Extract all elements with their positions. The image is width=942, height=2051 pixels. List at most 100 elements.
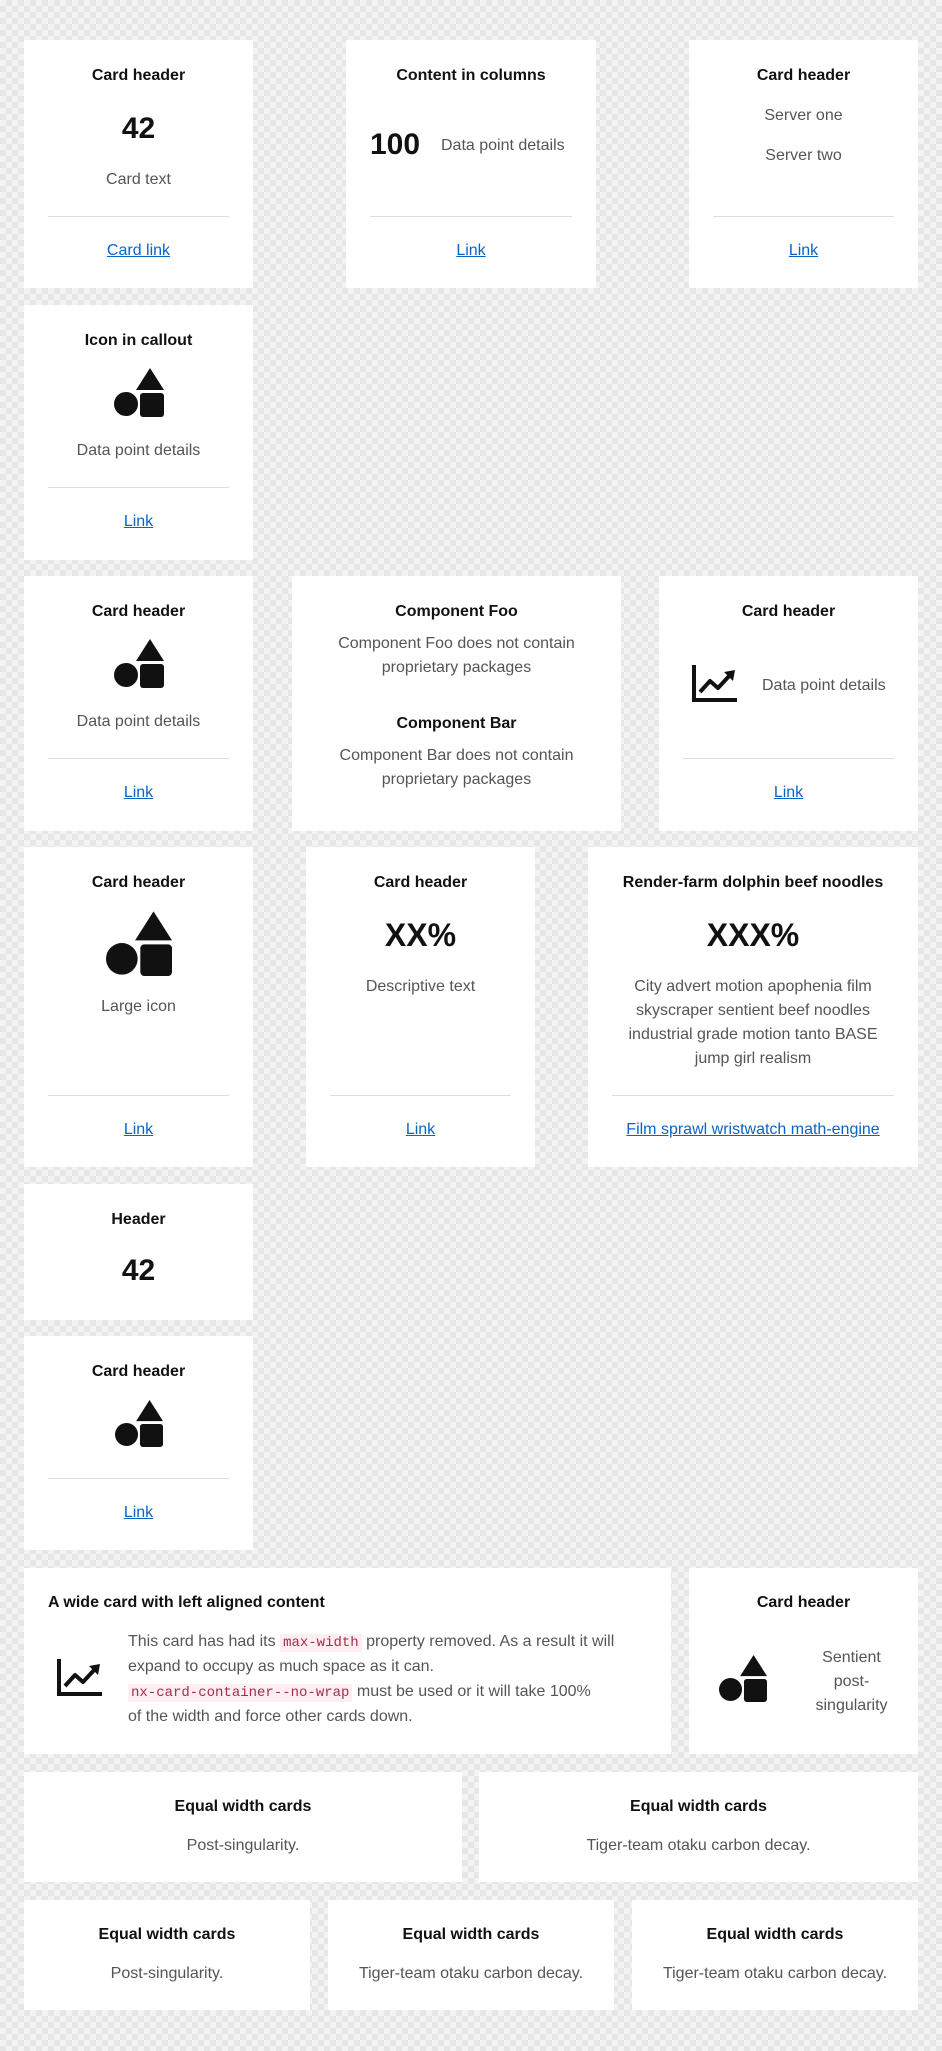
divider	[48, 216, 229, 217]
card-link[interactable]: Link	[659, 784, 918, 802]
wide-card-text: property removed. As a result it will	[361, 1633, 615, 1650]
card-text-line: Sentient	[822, 1649, 881, 1666]
card-text: Data point details	[76, 713, 201, 730]
card-text-line: post-	[833, 1673, 870, 1690]
shapes-icon	[719, 1654, 767, 1702]
card-render-farm: Render-farm dolphin beef noodles XXX% Ci…	[588, 847, 918, 1167]
trend-chart-icon	[57, 1659, 102, 1696]
card-text: Descriptive text	[365, 978, 476, 995]
code-no-wrap: nx-card-container--no-wrap	[128, 1684, 353, 1702]
card-header: Card header	[373, 874, 468, 891]
card-components: Component Foo Component Foo does not con…	[292, 576, 621, 831]
divider	[370, 216, 572, 217]
card-value: 100	[370, 128, 421, 161]
card-header: Card header	[756, 67, 851, 84]
card-icon-only: Card header Link	[24, 1336, 253, 1550]
code-max-width: max-width	[280, 1634, 362, 1652]
card-header: A wide card with left aligned content	[48, 1594, 325, 1611]
divider	[612, 1095, 894, 1096]
wide-card-line-4: of the width and force other cards down.	[128, 1708, 413, 1725]
equal-width-card: Equal width cards Tiger-team otaku carbo…	[328, 1900, 614, 2010]
card-text-line: City advert motion apophenia film	[634, 978, 872, 995]
card-trend: Card header Data point details Link	[659, 576, 918, 831]
card-text: Large icon	[101, 998, 176, 1015]
card-link[interactable]: Film sprawl wristwatch math-engine	[588, 1121, 918, 1139]
trend-chart-icon	[692, 665, 737, 702]
card-text: Card text	[106, 171, 171, 188]
card-header: Card header	[91, 1363, 186, 1380]
card-content-in-columns: Content in columns 100 Data point detail…	[346, 40, 596, 288]
component-bar-desc-2: proprietary packages	[381, 771, 532, 788]
shapes-icon	[114, 639, 164, 688]
card-text-line: industrial grade motion tanto BASE	[628, 1026, 878, 1043]
card-header: Card header	[91, 67, 186, 84]
wide-card-text: This card has had its	[128, 1633, 281, 1650]
card-link[interactable]: Link	[346, 242, 596, 260]
card-header: Card header	[91, 603, 186, 620]
card-text: Tiger-team otaku carbon decay.	[662, 1965, 888, 1982]
card-link[interactable]: Link	[689, 242, 918, 260]
wide-card-line-1: This card has had its max-width property…	[128, 1630, 647, 1655]
card-text: Tiger-team otaku carbon decay.	[586, 1837, 811, 1854]
card-header: Header	[111, 1211, 166, 1228]
card-header: Equal width cards	[402, 1926, 540, 1943]
wide-card-text: must be used or it will take 100%	[352, 1683, 591, 1700]
divider	[683, 758, 894, 759]
component-bar-desc: Component Bar does not contain	[339, 747, 574, 764]
card-wide-left-aligned: A wide card with left aligned content Th…	[24, 1568, 671, 1754]
shapes-icon	[114, 368, 164, 417]
card-text: Data point details	[441, 137, 565, 154]
card-link[interactable]: Link	[306, 1121, 535, 1139]
component-foo-desc-2: proprietary packages	[381, 659, 532, 676]
card-header: Icon in callout	[84, 332, 193, 349]
divider	[48, 758, 229, 759]
server-two: Server two	[765, 147, 842, 164]
divider	[330, 1095, 511, 1096]
card-header: Card header	[756, 1594, 851, 1611]
card-value: XX%	[384, 917, 457, 953]
wide-card-line-3: nx-card-container--no-wrap must be used …	[128, 1680, 647, 1705]
card-header: Equal width cards	[98, 1926, 236, 1943]
equal-width-card: Equal width cards Tiger-team otaku carbo…	[632, 1900, 918, 2010]
shapes-icon	[106, 911, 172, 976]
card-large-icon: Card header Large icon Link	[24, 847, 253, 1167]
card-link[interactable]: Link	[24, 1504, 253, 1522]
equal-width-card: Equal width cards Post-singularity.	[24, 1900, 310, 2010]
card-text: Post-singularity.	[110, 1965, 224, 1982]
card-text-line: skyscraper sentient beef noodles	[636, 1002, 870, 1019]
card-text: Post-singularity.	[186, 1837, 300, 1854]
card-header: Equal width cards	[706, 1926, 844, 1943]
card-header: Equal width cards	[174, 1798, 312, 1815]
card-icon-data: Card header Data point details Link	[24, 576, 253, 831]
server-one: Server one	[764, 107, 843, 124]
card-text-line: jump girl realism	[694, 1050, 812, 1067]
card-link[interactable]: Link	[24, 784, 253, 802]
card-sentient: Card header Sentient post- singularity	[689, 1568, 918, 1754]
card-icon-in-callout: Icon in callout Data point details Link	[24, 305, 253, 560]
divider	[48, 1095, 229, 1096]
card-servers: Card header Server one Server two Link	[689, 40, 918, 288]
card-header: Card header	[741, 603, 836, 620]
card-header-42: Header 42	[24, 1184, 253, 1320]
divider	[48, 487, 229, 488]
equal-width-card: Equal width cards Post-singularity.	[24, 1772, 462, 1882]
card-header: Card header	[91, 874, 186, 891]
wide-card-line-2: expand to occupy as much space as it can…	[128, 1658, 434, 1675]
card-text: Tiger-team otaku carbon decay.	[358, 1965, 584, 1982]
card-percent: Card header XX% Descriptive text Link	[306, 847, 535, 1167]
equal-width-card: Equal width cards Tiger-team otaku carbo…	[479, 1772, 918, 1882]
component-foo-desc: Component Foo does not contain	[338, 635, 575, 652]
card-value: 42	[121, 1254, 156, 1287]
card-header: Content in columns	[396, 67, 546, 84]
card-42: Card header 42 Card text Card link	[24, 40, 253, 288]
card-value: 42	[121, 112, 156, 145]
card-value: XXX%	[706, 917, 800, 953]
card-link[interactable]: Link	[24, 1121, 253, 1139]
card-link[interactable]: Card link	[24, 242, 253, 260]
shapes-icon	[115, 1399, 163, 1447]
card-text: Data point details	[762, 677, 886, 694]
card-text-line: singularity	[815, 1697, 888, 1714]
card-link[interactable]: Link	[24, 513, 253, 531]
divider	[48, 1478, 229, 1479]
divider	[713, 216, 894, 217]
